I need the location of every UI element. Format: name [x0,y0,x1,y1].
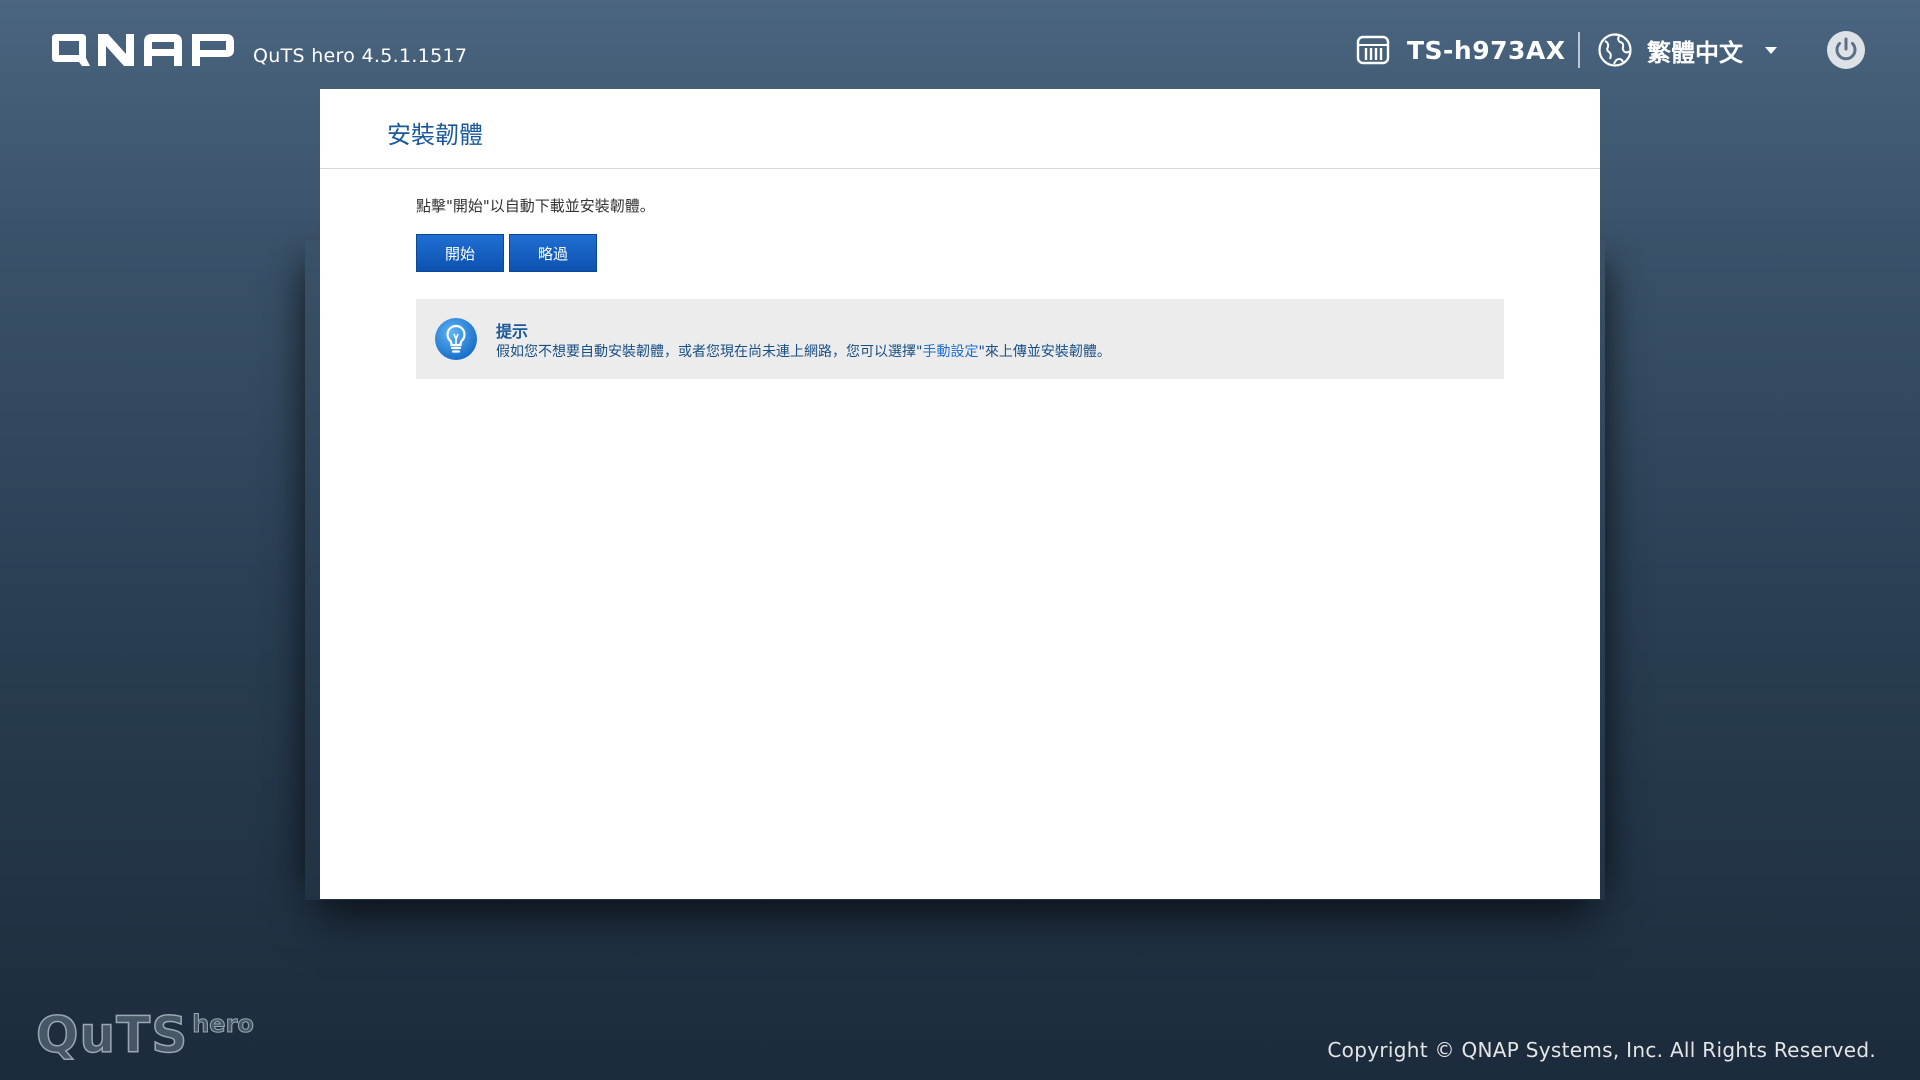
firmware-version: QuTS hero 4.5.1.1517 [253,45,468,67]
header-divider [1578,32,1580,68]
chevron-down-icon [1765,46,1777,54]
footer-logo-main: QuTS [35,1006,189,1064]
panel-header: 安裝韌體 [320,89,1600,169]
language-selector[interactable]: 繁體中文 [1597,30,1777,70]
footer-logo-sub: hero [192,1010,255,1038]
quts-hero-logo: QuTS hero [35,1006,255,1066]
power-icon[interactable] [1826,30,1866,70]
install-firmware-panel: 安裝韌體 點擊"開始"以自動下載並安裝韌體。 開始 略過 提示 假如您不想要自動… [320,89,1600,899]
copyright-text: Copyright © QNAP Systems, Inc. All Right… [1327,1038,1876,1062]
qnap-logo [52,34,234,66]
top-bar: QuTS hero 4.5.1.1517 TS-h973AX 繁體中文 [0,0,1920,100]
tip-text-after: "來上傳並安裝韌體。 [978,344,1111,360]
lightbulb-icon [435,318,477,360]
instruction-text: 點擊"開始"以自動下載並安裝韌體。 [416,197,655,215]
tip-box: 提示 假如您不想要自動安裝韌體，或者您現在尚未連上網路，您可以選擇"手動設定"來… [416,299,1504,379]
globe-icon [1598,33,1632,67]
nas-device-icon [1356,35,1390,65]
tip-text: 假如您不想要自動安裝韌體，或者您現在尚未連上網路，您可以選擇"手動設定"來上傳並… [496,341,1111,361]
manual-setup-link[interactable]: 手動設定 [922,344,978,360]
tip-title: 提示 [496,322,529,341]
tip-text-before: 假如您不想要自動安裝韌體，或者您現在尚未連上網路，您可以選擇" [496,344,923,360]
skip-button[interactable]: 略過 [509,234,597,272]
start-button[interactable]: 開始 [416,234,504,272]
page-title: 安裝韌體 [387,121,483,149]
device-info: TS-h973AX [1355,30,1566,70]
device-name: TS-h973AX [1407,35,1566,65]
language-label: 繁體中文 [1647,38,1743,67]
